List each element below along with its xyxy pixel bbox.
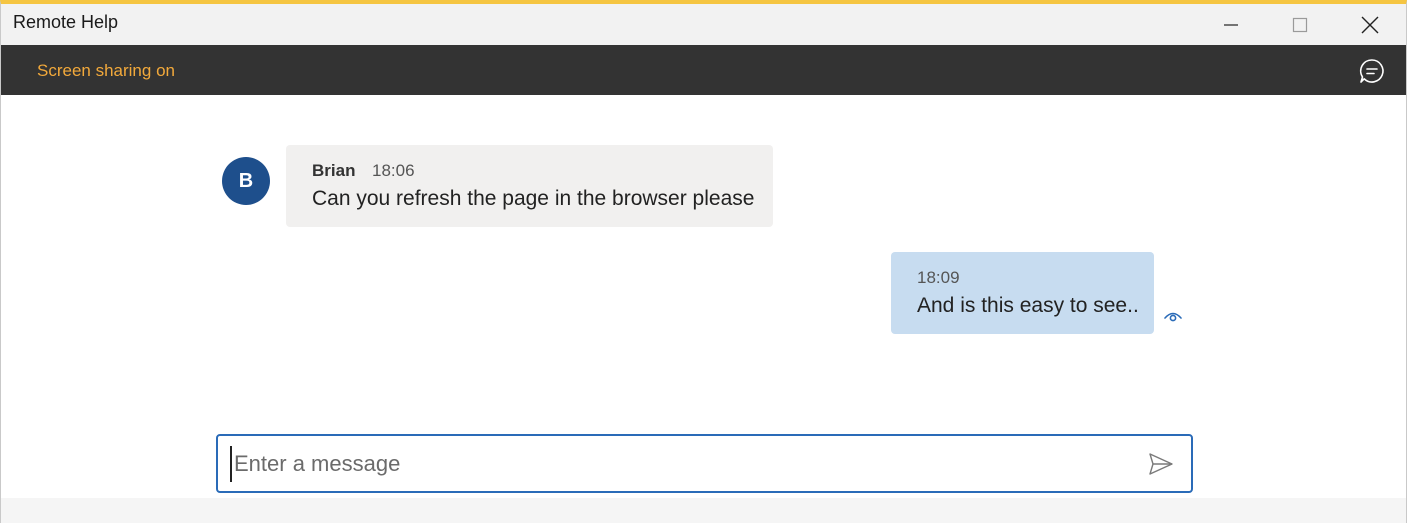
close-button[interactable] [1335,4,1405,45]
message-sender: Brian [312,161,356,180]
send-button[interactable] [1147,450,1175,478]
title-bar: Remote Help [1,4,1406,45]
minimize-icon [1224,23,1238,26]
seen-eye-icon [1164,312,1182,322]
remote-help-window: Remote Help Screen sharing on B Brian 18… [0,0,1407,523]
message-time: 18:06 [372,161,415,180]
chat-area: B Brian 18:06 Can you refresh the page i… [1,95,1406,523]
maximize-icon [1292,17,1308,32]
close-icon [1361,16,1379,33]
chat-bubble-icon [1359,59,1384,83]
send-icon [1149,453,1173,475]
screen-sharing-status: Screen sharing on [37,61,175,80]
outgoing-message: 18:09 And is this easy to see.. [891,252,1154,334]
screen-sharing-bar: Screen sharing on [1,45,1406,95]
bottom-strip [1,498,1406,523]
message-composer [216,434,1193,493]
maximize-button[interactable] [1265,4,1335,45]
message-time: 18:09 [917,268,960,287]
message-text: And is this easy to see.. [917,294,1139,317]
message-input[interactable] [230,446,1130,482]
avatar: B [222,157,270,205]
window-title: Remote Help [13,12,119,32]
incoming-message: Brian 18:06 Can you refresh the page in … [286,145,773,227]
message-text: Can you refresh the page in the browser … [312,187,755,210]
chat-toggle-button[interactable] [1358,57,1386,85]
minimize-button[interactable] [1196,4,1266,45]
